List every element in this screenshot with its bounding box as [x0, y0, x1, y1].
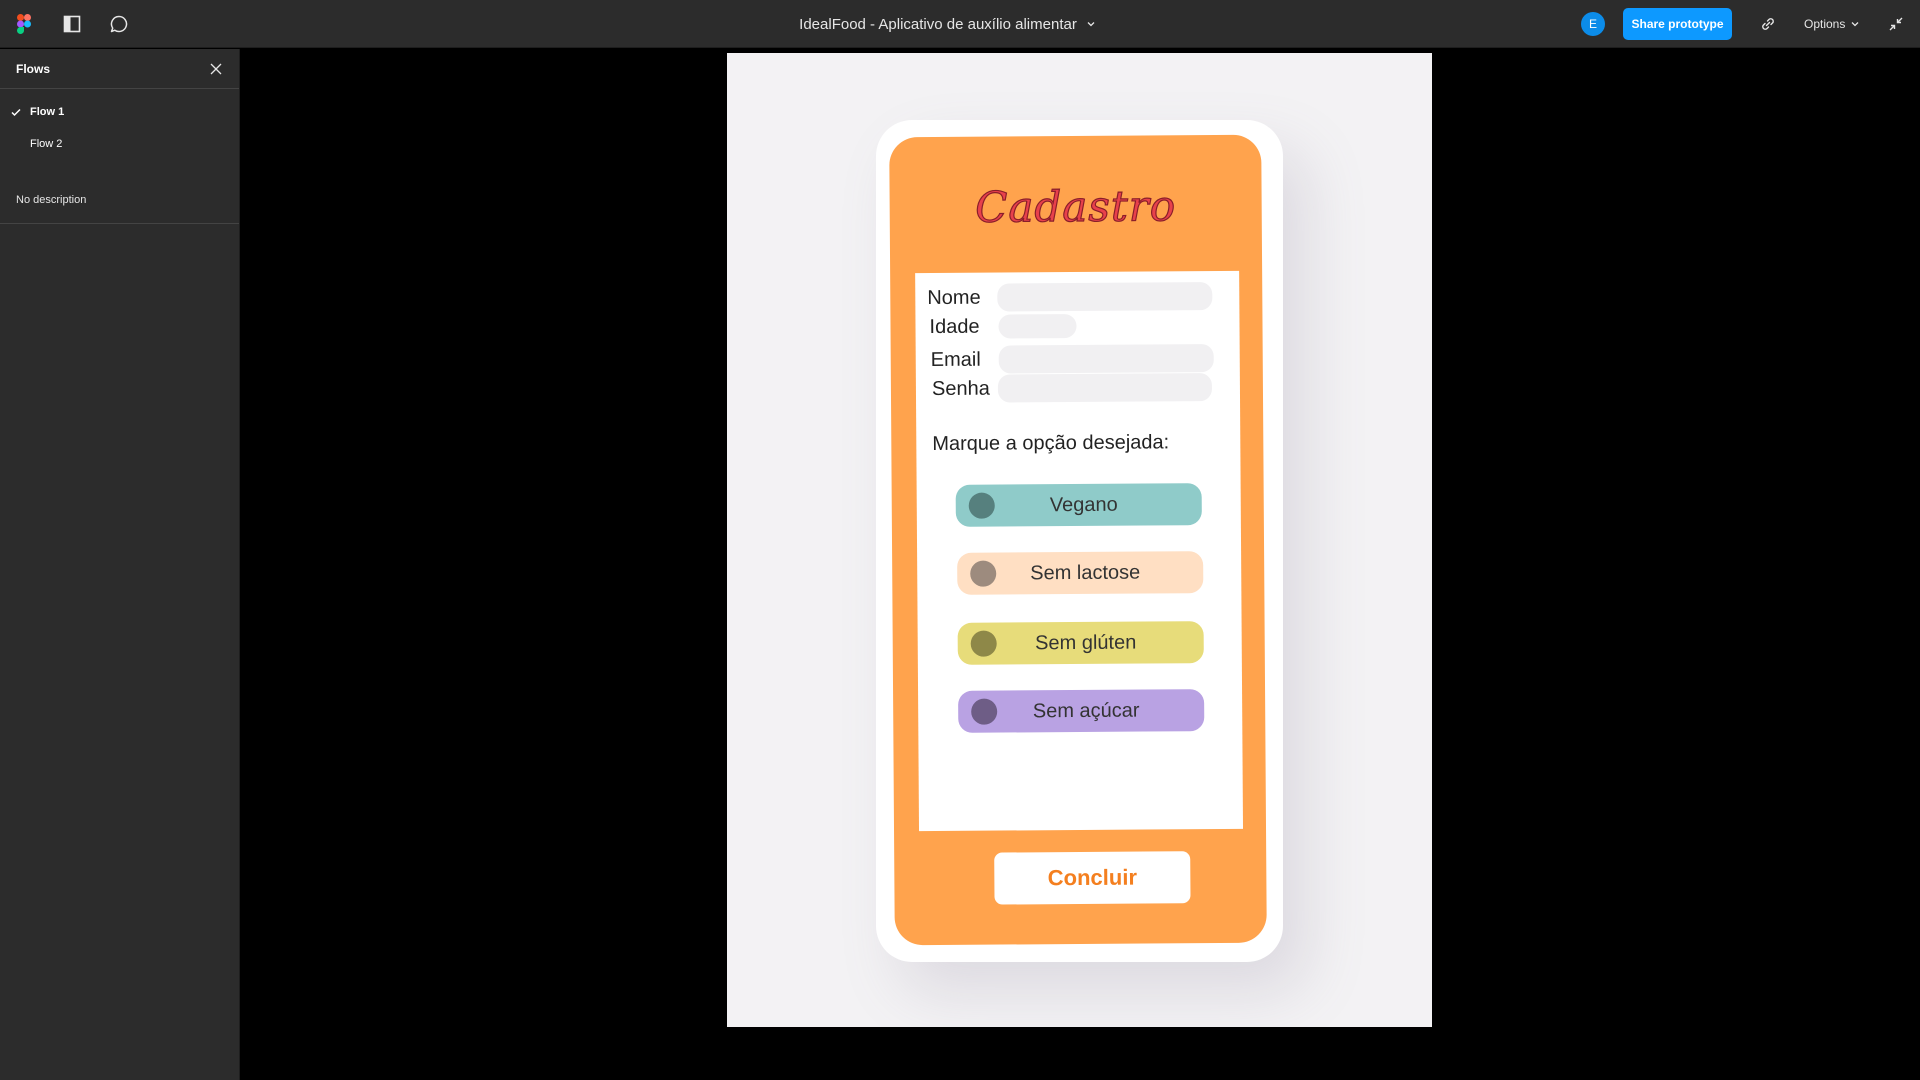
option-vegano[interactable]: Vegano	[955, 483, 1202, 527]
flows-panel-header: Flows	[0, 49, 239, 89]
field-label: Email	[930, 348, 981, 371]
options-menu[interactable]: Options	[1804, 12, 1859, 36]
figma-logo-icon[interactable]	[12, 12, 36, 36]
screen-title: Cadastro	[974, 181, 1177, 233]
field-row-email: Email	[928, 343, 1214, 375]
collapse-icon[interactable]	[1884, 12, 1908, 36]
flow-item-label: Flow 2	[30, 138, 63, 150]
registration-form: Nome Idade Email Senha Marque a opção de…	[915, 270, 1244, 832]
field-row-nome: Nome	[927, 281, 1213, 313]
radio-dot	[971, 698, 998, 725]
check-icon	[11, 108, 21, 117]
prototype-frame[interactable]: Cadastro Nome Idade Email Senha Marque a…	[727, 53, 1432, 1027]
comment-icon[interactable]	[107, 12, 131, 36]
field-label: Senha	[931, 377, 990, 400]
field-label: Idade	[929, 315, 980, 338]
avatar[interactable]: E	[1581, 12, 1605, 36]
phone-screen: Cadastro Nome Idade Email Senha Marque a…	[889, 134, 1267, 946]
flows-panel: Flows Flow 1 Flow 2 No description	[0, 49, 240, 1080]
option-sem-lactose[interactable]: Sem lactose	[957, 551, 1204, 595]
senha-input[interactable]	[997, 373, 1213, 403]
toolbar: IdealFood - Aplicativo de auxílio alimen…	[0, 0, 1920, 48]
radio-dot	[970, 560, 997, 587]
file-title-text: IdealFood - Aplicativo de auxílio alimen…	[799, 15, 1077, 33]
field-label: Nome	[927, 286, 981, 309]
chevron-down-icon	[1087, 22, 1095, 27]
flows-panel-title: Flows	[16, 62, 51, 76]
share-prototype-button[interactable]: Share prototype	[1623, 8, 1732, 40]
concluir-button[interactable]: Concluir	[994, 851, 1191, 905]
link-icon[interactable]	[1756, 12, 1780, 36]
option-sem-acucar[interactable]: Sem açúcar	[958, 689, 1205, 733]
field-row-idade: Idade	[927, 311, 1077, 342]
nome-input[interactable]	[997, 282, 1213, 312]
options-prompt: Marque a opção desejada:	[932, 431, 1170, 456]
flow-description: No description	[16, 194, 87, 206]
radio-dot	[970, 630, 997, 657]
field-row-senha: Senha	[928, 372, 1213, 404]
close-icon[interactable]	[206, 59, 226, 79]
flow-item-1[interactable]: Flow 1	[0, 96, 239, 128]
file-title[interactable]: IdealFood - Aplicativo de auxílio alimen…	[799, 16, 1095, 33]
chevron-down-icon	[1851, 22, 1859, 27]
flow-item-label: Flow 1	[30, 106, 65, 118]
options-label: Options	[1804, 17, 1846, 31]
flow-item-2[interactable]: Flow 2	[0, 128, 239, 160]
idade-input[interactable]	[998, 314, 1077, 339]
email-input[interactable]	[998, 344, 1214, 374]
radio-dot	[968, 492, 995, 519]
sidebar-toggle-icon[interactable]	[60, 12, 84, 36]
phone-mockup: Cadastro Nome Idade Email Senha Marque a…	[876, 120, 1283, 962]
option-sem-gluten[interactable]: Sem glúten	[957, 621, 1204, 665]
